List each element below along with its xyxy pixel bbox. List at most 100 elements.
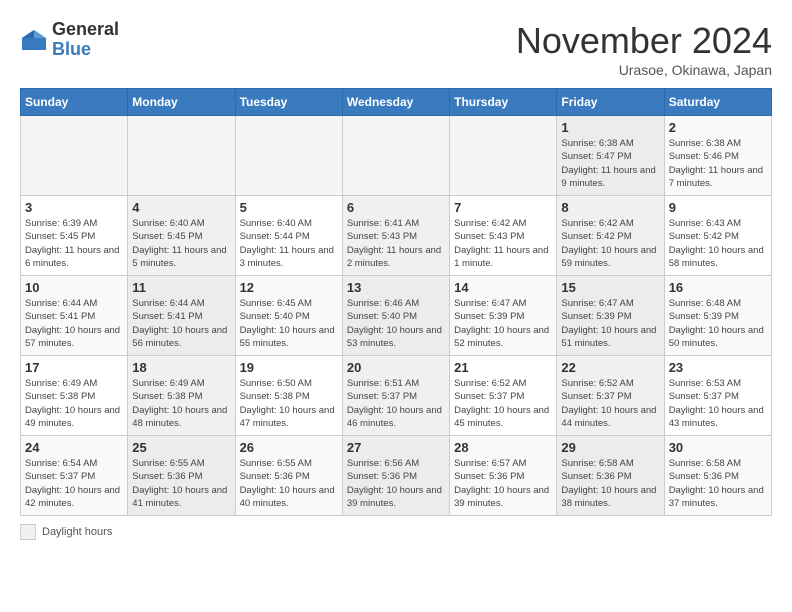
calendar-cell: 8 Sunrise: 6:42 AM Sunset: 5:42 PM Daylig… (557, 196, 664, 276)
calendar-cell: 30Sunrise: 6:58 AM Sunset: 5:36 PM Dayli… (664, 436, 771, 516)
day-number: 9 (669, 200, 767, 215)
day-info: Sunrise: 6:55 AM Sunset: 5:36 PM Dayligh… (240, 457, 338, 510)
day-number: 3 (25, 200, 123, 215)
day-number: 1 (561, 120, 659, 135)
header-row: SundayMondayTuesdayWednesdayThursdayFrid… (21, 89, 772, 116)
day-number: 8 (561, 200, 659, 215)
day-number: 7 (454, 200, 552, 215)
calendar-cell: 1Sunrise: 6:38 AM Sunset: 5:47 PM Daylig… (557, 116, 664, 196)
day-info: Sunrise: 6:56 AM Sunset: 5:36 PM Dayligh… (347, 457, 445, 510)
legend-label: Daylight hours (42, 526, 112, 538)
day-number: 13 (347, 280, 445, 295)
header-cell-tuesday: Tuesday (235, 89, 342, 116)
calendar-cell (128, 116, 235, 196)
day-number: 17 (25, 360, 123, 375)
calendar-week-0: 1Sunrise: 6:38 AM Sunset: 5:47 PM Daylig… (21, 116, 772, 196)
calendar-cell (235, 116, 342, 196)
day-info: Sunrise: 6:54 AM Sunset: 5:37 PM Dayligh… (25, 457, 123, 510)
header-cell-friday: Friday (557, 89, 664, 116)
header-cell-wednesday: Wednesday (342, 89, 449, 116)
calendar-cell: 4 Sunrise: 6:40 AM Sunset: 5:45 PM Daylig… (128, 196, 235, 276)
calendar-cell: 24Sunrise: 6:54 AM Sunset: 5:37 PM Dayli… (21, 436, 128, 516)
day-info: Sunrise: 6:41 AM Sunset: 5:43 PM Dayligh… (347, 217, 445, 270)
calendar-cell: 5 Sunrise: 6:40 AM Sunset: 5:44 PM Daylig… (235, 196, 342, 276)
day-number: 14 (454, 280, 552, 295)
calendar-cell: 22 Sunrise: 6:52 AM Sunset: 5:37 PM Dayli… (557, 356, 664, 436)
header-cell-thursday: Thursday (450, 89, 557, 116)
day-info: Sunrise: 6:52 AM Sunset: 5:37 PM Dayligh… (561, 377, 659, 430)
day-number: 6 (347, 200, 445, 215)
day-info: Sunrise: 6:44 AM Sunset: 5:41 PM Dayligh… (25, 297, 123, 350)
day-info: Sunrise: 6:58 AM Sunset: 5:36 PM Dayligh… (669, 457, 767, 510)
day-info: Sunrise: 6:48 AM Sunset: 5:39 PM Dayligh… (669, 297, 767, 350)
day-info: Sunrise: 6:45 AM Sunset: 5:40 PM Dayligh… (240, 297, 338, 350)
page-header: General Blue November 2024 Urasoe, Okina… (20, 20, 772, 78)
calendar-cell: 11 Sunrise: 6:44 AM Sunset: 5:41 PM Dayli… (128, 276, 235, 356)
calendar-cell: 29Sunrise: 6:58 AM Sunset: 5:36 PM Dayli… (557, 436, 664, 516)
day-number: 15 (561, 280, 659, 295)
day-number: 4 (132, 200, 230, 215)
calendar-cell: 25 Sunrise: 6:55 AM Sunset: 5:36 PM Dayli… (128, 436, 235, 516)
calendar-cell: 15 Sunrise: 6:47 AM Sunset: 5:39 PM Dayli… (557, 276, 664, 356)
day-info: Sunrise: 6:47 AM Sunset: 5:39 PM Dayligh… (454, 297, 552, 350)
title-block: November 2024 Urasoe, Okinawa, Japan (516, 20, 772, 78)
calendar-cell: 16 Sunrise: 6:48 AM Sunset: 5:39 PM Dayli… (664, 276, 771, 356)
day-number: 26 (240, 440, 338, 455)
day-number: 12 (240, 280, 338, 295)
calendar-table: SundayMondayTuesdayWednesdayThursdayFrid… (20, 88, 772, 516)
day-number: 5 (240, 200, 338, 215)
day-number: 19 (240, 360, 338, 375)
calendar-body: 1Sunrise: 6:38 AM Sunset: 5:47 PM Daylig… (21, 116, 772, 516)
calendar-week-3: 17Sunrise: 6:49 AM Sunset: 5:38 PM Dayli… (21, 356, 772, 436)
day-info: Sunrise: 6:52 AM Sunset: 5:37 PM Dayligh… (454, 377, 552, 430)
calendar-cell: 3 Sunrise: 6:39 AM Sunset: 5:45 PM Daylig… (21, 196, 128, 276)
calendar-cell: 20Sunrise: 6:51 AM Sunset: 5:37 PM Dayli… (342, 356, 449, 436)
calendar-cell: 23 Sunrise: 6:53 AM Sunset: 5:37 PM Dayli… (664, 356, 771, 436)
calendar-cell: 27 Sunrise: 6:56 AM Sunset: 5:36 PM Dayli… (342, 436, 449, 516)
day-number: 21 (454, 360, 552, 375)
calendar-header: SundayMondayTuesdayWednesdayThursdayFrid… (21, 89, 772, 116)
calendar-cell: 28 Sunrise: 6:57 AM Sunset: 5:36 PM Dayli… (450, 436, 557, 516)
day-number: 11 (132, 280, 230, 295)
day-number: 2 (669, 120, 767, 135)
day-info: Sunrise: 6:47 AM Sunset: 5:39 PM Dayligh… (561, 297, 659, 350)
day-info: Sunrise: 6:46 AM Sunset: 5:40 PM Dayligh… (347, 297, 445, 350)
day-info: Sunrise: 6:39 AM Sunset: 5:45 PM Dayligh… (25, 217, 123, 270)
day-number: 10 (25, 280, 123, 295)
calendar-week-2: 10 Sunrise: 6:44 AM Sunset: 5:41 PM Dayli… (21, 276, 772, 356)
day-info: Sunrise: 6:53 AM Sunset: 5:37 PM Dayligh… (669, 377, 767, 430)
day-info: Sunrise: 6:55 AM Sunset: 5:36 PM Dayligh… (132, 457, 230, 510)
calendar-cell: 19 Sunrise: 6:50 AM Sunset: 5:38 PM Dayli… (235, 356, 342, 436)
day-number: 28 (454, 440, 552, 455)
day-info: Sunrise: 6:44 AM Sunset: 5:41 PM Dayligh… (132, 297, 230, 350)
header-cell-sunday: Sunday (21, 89, 128, 116)
day-info: Sunrise: 6:40 AM Sunset: 5:44 PM Dayligh… (240, 217, 338, 270)
month-title: November 2024 (516, 20, 772, 62)
logo-blue-text: Blue (52, 40, 119, 60)
day-info: Sunrise: 6:40 AM Sunset: 5:45 PM Dayligh… (132, 217, 230, 270)
calendar-cell: 12 Sunrise: 6:45 AM Sunset: 5:40 PM Dayli… (235, 276, 342, 356)
calendar-cell: 26 Sunrise: 6:55 AM Sunset: 5:36 PM Dayli… (235, 436, 342, 516)
day-number: 16 (669, 280, 767, 295)
calendar-cell (450, 116, 557, 196)
day-info: Sunrise: 6:43 AM Sunset: 5:42 PM Dayligh… (669, 217, 767, 270)
day-info: Sunrise: 6:42 AM Sunset: 5:42 PM Dayligh… (561, 217, 659, 270)
logo-icon (20, 26, 48, 54)
day-number: 22 (561, 360, 659, 375)
calendar-cell: 14 Sunrise: 6:47 AM Sunset: 5:39 PM Dayli… (450, 276, 557, 356)
day-info: Sunrise: 6:50 AM Sunset: 5:38 PM Dayligh… (240, 377, 338, 430)
calendar-cell: 18Sunrise: 6:49 AM Sunset: 5:38 PM Dayli… (128, 356, 235, 436)
logo-text: General Blue (52, 20, 119, 60)
calendar-cell: 9 Sunrise: 6:43 AM Sunset: 5:42 PM Daylig… (664, 196, 771, 276)
day-number: 23 (669, 360, 767, 375)
calendar-cell: 7Sunrise: 6:42 AM Sunset: 5:43 PM Daylig… (450, 196, 557, 276)
day-number: 29 (561, 440, 659, 455)
calendar-cell: 10 Sunrise: 6:44 AM Sunset: 5:41 PM Dayli… (21, 276, 128, 356)
day-number: 25 (132, 440, 230, 455)
calendar-cell (21, 116, 128, 196)
day-info: Sunrise: 6:57 AM Sunset: 5:36 PM Dayligh… (454, 457, 552, 510)
legend: Daylight hours (20, 524, 772, 540)
day-number: 27 (347, 440, 445, 455)
day-number: 20 (347, 360, 445, 375)
calendar-week-1: 3 Sunrise: 6:39 AM Sunset: 5:45 PM Daylig… (21, 196, 772, 276)
